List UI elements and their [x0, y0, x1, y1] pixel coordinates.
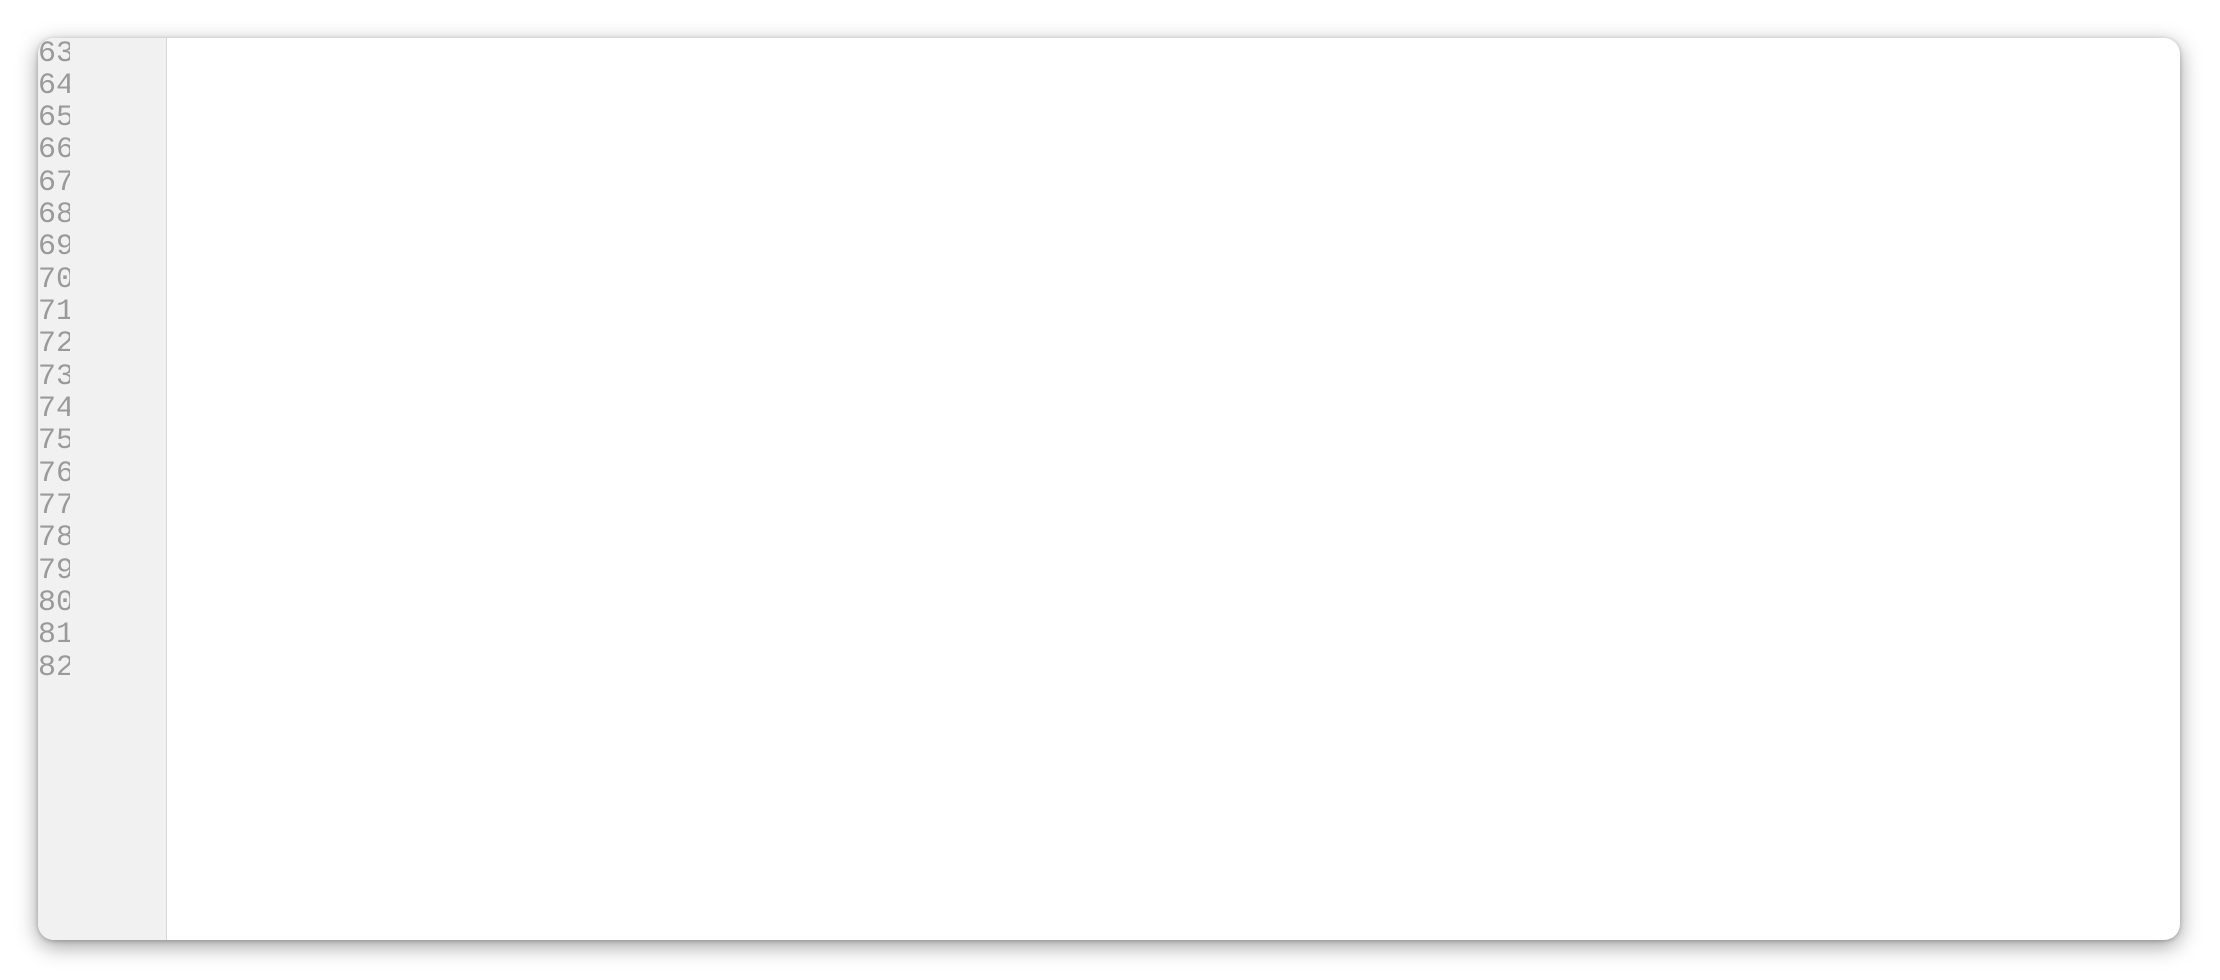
line-number: 82 [38, 651, 70, 685]
screenshot-stage: 63 64 65 66 67 68 69 70 71 72 73 74 75 7… [0, 0, 2220, 980]
editor-gutter[interactable]: 63 64 65 66 67 68 69 70 71 72 73 74 75 7… [38, 38, 167, 940]
code-editor[interactable]: 63 64 65 66 67 68 69 70 71 72 73 74 75 7… [38, 38, 2180, 940]
